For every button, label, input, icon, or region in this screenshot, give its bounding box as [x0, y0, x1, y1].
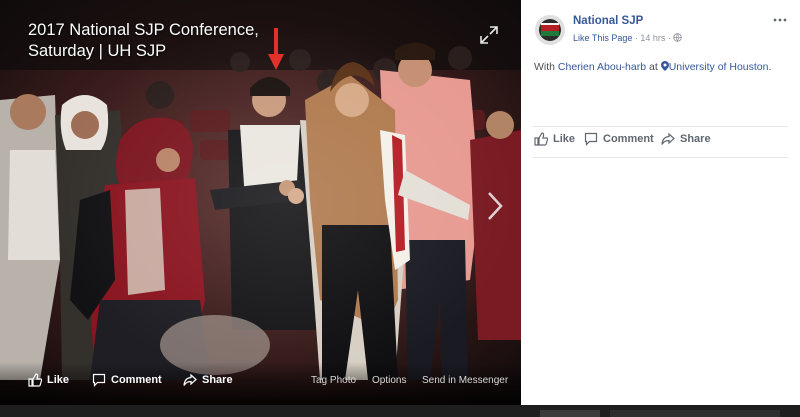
- background-block: [610, 410, 780, 417]
- background-page-strip: [0, 405, 800, 417]
- comment-icon: [584, 132, 598, 146]
- post-meta: Like This Page · 14 hrs ·: [573, 33, 683, 43]
- avatar-image: [535, 15, 565, 45]
- next-arrow-icon[interactable]: [484, 190, 506, 222]
- page-avatar[interactable]: [535, 15, 565, 45]
- actions-divider: [533, 126, 788, 127]
- options-link[interactable]: Options: [372, 375, 406, 386]
- location-pin-icon: [660, 61, 669, 71]
- photo-share-button[interactable]: Share: [183, 373, 233, 387]
- globe-icon: [673, 33, 683, 42]
- post-share-label: Share: [680, 133, 711, 145]
- post-comment-button[interactable]: Comment: [584, 132, 654, 146]
- like-this-page-link[interactable]: Like This Page: [573, 33, 632, 43]
- photo-comment-label: Comment: [111, 374, 162, 386]
- at-text: at: [649, 61, 658, 73]
- send-in-messenger-link[interactable]: Send in Messenger: [422, 375, 508, 386]
- with-text: With: [534, 61, 555, 73]
- tagged-person-link[interactable]: Cherien Abou-harb: [558, 61, 646, 73]
- meta-separator: ·: [634, 33, 638, 43]
- photo-like-label: Like: [47, 374, 70, 386]
- post-time[interactable]: 14 hrs: [640, 33, 665, 43]
- comments-divider: [533, 157, 788, 158]
- photo-viewer: 2017 National SJP Conference, Saturday |…: [0, 0, 521, 405]
- post-story: With Cherien Abou-harb at University of …: [534, 61, 771, 73]
- post-like-button[interactable]: Like: [534, 132, 575, 146]
- meta-separator-2: ·: [667, 33, 671, 43]
- photo-comment-button[interactable]: Comment: [92, 373, 162, 387]
- page-name-link[interactable]: National SJP: [573, 15, 643, 27]
- photo-like-button[interactable]: Like: [28, 373, 69, 387]
- post-like-label: Like: [553, 133, 576, 145]
- annotation-arrow: [268, 28, 284, 70]
- more-icon[interactable]: [773, 16, 787, 24]
- comment-icon: [92, 373, 106, 387]
- expand-icon[interactable]: [480, 26, 498, 44]
- share-icon: [661, 132, 675, 145]
- share-icon: [183, 373, 197, 386]
- like-icon: [28, 373, 42, 387]
- photo-title: 2017 National SJP Conference, Saturday |…: [28, 21, 259, 60]
- story-period: .: [768, 61, 772, 73]
- post-share-button[interactable]: Share: [661, 132, 711, 146]
- background-block: [540, 410, 600, 417]
- location-link[interactable]: University of Houston: [669, 61, 769, 73]
- like-icon: [534, 132, 548, 146]
- photo-share-label: Share: [202, 374, 233, 386]
- post-comment-label: Comment: [603, 133, 654, 145]
- tag-photo-link[interactable]: Tag Photo: [311, 375, 356, 386]
